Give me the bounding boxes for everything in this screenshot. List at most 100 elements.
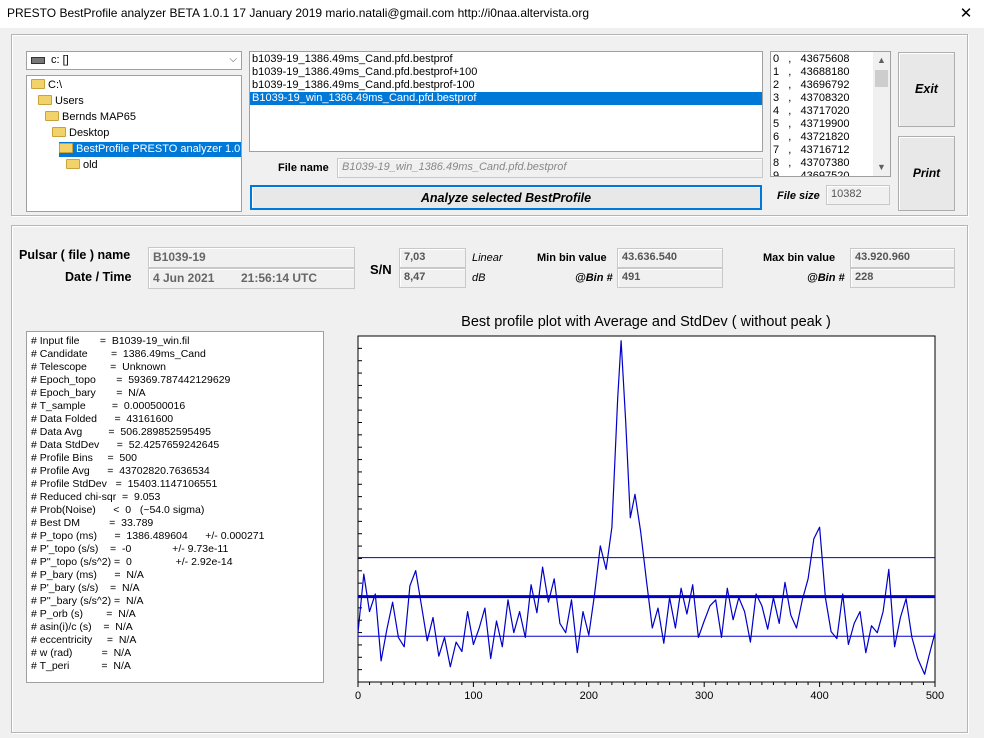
folder-icon: [52, 127, 66, 137]
x-tick-label: 500: [926, 690, 944, 700]
pulsar-name-field: B1039-19: [148, 247, 355, 268]
info-line: # P_orb (s) = N/A: [31, 608, 136, 620]
bin-list-item[interactable]: 8 , 43707380: [771, 157, 871, 170]
bin-list-item[interactable]: 7 , 43716712: [771, 144, 871, 157]
info-line: # Profile Bins = 500: [31, 452, 137, 464]
tree-item-label: old: [83, 159, 98, 171]
folder-icon: [38, 95, 52, 105]
info-line: # asin(i)/c (s) = N/A: [31, 621, 133, 633]
info-line: # Profile Avg = 43702820.7636534: [31, 465, 210, 477]
min-bin-index: 491: [617, 268, 723, 288]
tree-item[interactable]: C:\: [31, 78, 62, 93]
info-line: # T_peri = N/A: [31, 660, 131, 672]
bin-list-item[interactable]: 5 , 43719900: [771, 118, 871, 131]
info-line: # Data Folded = 43161600: [31, 413, 174, 425]
chevron-down-icon: ⌵: [229, 54, 237, 65]
bin-list-item[interactable]: 4 , 43717020: [771, 105, 871, 118]
x-tick-label: 200: [580, 690, 598, 700]
max-bin-index-label: @Bin #: [807, 272, 845, 284]
file-list-item[interactable]: b1039-19_1386.49ms_Cand.pfd.bestprof-100: [250, 79, 762, 92]
date-time-label: Date / Time: [65, 270, 132, 284]
date-time-field: 4 Jun 2021 21:56:14 UTC: [148, 268, 355, 289]
drive-select[interactable]: c: [] ⌵: [26, 51, 242, 70]
info-line: # Data Avg = 506.289852595495: [31, 426, 211, 438]
info-line: # Best DM = 33.789: [31, 517, 154, 529]
info-line: # w (rad) = N/A: [31, 647, 132, 659]
info-line: # P_topo (ms) = 1386.489604 +/- 0.000271: [31, 530, 265, 542]
scroll-up-icon[interactable]: ▲: [873, 52, 890, 69]
snr-linear-unit: Linear: [472, 252, 503, 264]
profile-info-panel: # Input file = B1039-19_win.fil # Candida…: [26, 331, 324, 683]
info-line: # P_bary (ms) = N/A: [31, 569, 144, 581]
plot-area: [357, 335, 936, 683]
bin-list-item[interactable]: 1 , 43688180: [771, 66, 871, 79]
tree-item[interactable]: Bernds MAP65: [45, 110, 136, 125]
bin-list-item[interactable]: 9 , 43697520: [771, 170, 871, 176]
folder-icon: [31, 79, 45, 89]
profile-chart: 0 100 200 300 400 500: [355, 335, 944, 700]
min-bin-label: Min bin value: [537, 252, 607, 264]
x-tick-label: 100: [464, 690, 482, 700]
bin-list-item[interactable]: 3 , 43708320: [771, 92, 871, 105]
min-bin-index-label: @Bin #: [575, 272, 613, 284]
file-name-label: File name: [278, 162, 329, 174]
info-line: # P''_bary (s/s^2) = N/A: [31, 595, 144, 607]
time-value: 21:56:14 UTC: [241, 271, 318, 285]
bin-list-item[interactable]: 6 , 43721820: [771, 131, 871, 144]
tree-item-label: Users: [55, 95, 84, 107]
info-line: # Telescope = Unknown: [31, 361, 166, 373]
x-tick-label: 0: [355, 690, 361, 700]
tree-item-label: BestProfile PRESTO analyzer 1.0.1.e: [76, 143, 242, 155]
exit-button[interactable]: Exit: [898, 52, 955, 127]
info-line: # Epoch_topo = 59369.787442129629: [31, 374, 231, 386]
info-line: # Reduced chi-sqr = 9.053: [31, 491, 161, 503]
close-button[interactable]: ✕: [948, 0, 984, 28]
file-list-item[interactable]: b1039-19_1386.49ms_Cand.pfd.bestprof+100: [250, 66, 762, 79]
file-name-field[interactable]: B1039-19_win_1386.49ms_Cand.pfd.bestprof: [337, 158, 763, 178]
bin-list-item[interactable]: 2 , 43696792: [771, 79, 871, 92]
tree-item[interactable]: old: [66, 158, 98, 173]
bin-list-scrollbar[interactable]: ▲ ▼: [873, 52, 890, 176]
snr-linear-field: 7,03: [399, 248, 466, 268]
window-title: PRESTO BestProfile analyzer BETA 1.0.1 1…: [7, 6, 590, 20]
snr-db-field: 8,47: [399, 268, 466, 288]
print-button[interactable]: Print: [898, 136, 955, 211]
analyze-button[interactable]: Analyze selected BestProfile: [250, 185, 762, 210]
info-line: # P'_topo (s/s) = -0 +/- 9.73e-11: [31, 543, 229, 555]
scroll-thumb[interactable]: [875, 70, 888, 87]
max-bin-index: 228: [850, 268, 955, 288]
max-bin-label: Max bin value: [763, 252, 836, 264]
x-tick-label: 400: [810, 690, 828, 700]
file-list-item[interactable]: b1039-19_1386.49ms_Cand.pfd.bestprof: [250, 53, 762, 66]
snr-db-unit: dB: [472, 272, 486, 284]
date-value: 4 Jun 2021: [153, 271, 215, 285]
file-list[interactable]: b1039-19_1386.49ms_Cand.pfd.bestprof b103…: [249, 51, 763, 152]
info-line: # P'_bary (s/s) = N/A: [31, 582, 140, 594]
tree-item-label: C:\: [48, 79, 63, 91]
info-line: # T_sample = 0.000500016: [31, 400, 186, 412]
info-line: # P''_topo (s/s^2) = 0 +/- 2.92e-14: [31, 556, 233, 568]
drive-icon: [31, 57, 45, 64]
folder-icon: [59, 143, 73, 153]
info-line: # Prob(Noise) < 0 (~54.0 sigma): [31, 504, 205, 516]
scroll-down-icon[interactable]: ▼: [873, 159, 890, 176]
tree-item[interactable]: BestProfile PRESTO analyzer 1.0.1.e: [59, 142, 242, 157]
drive-select-value: c: []: [51, 54, 69, 66]
max-bin-value: 43.920.960: [850, 248, 955, 268]
info-line: # Data StdDev = 52.4257659242645: [31, 439, 220, 451]
snr-label: S/N: [370, 262, 392, 277]
info-line: # Profile StdDev = 15403.1147106551: [31, 478, 218, 490]
tree-item[interactable]: Users: [38, 94, 84, 109]
directory-tree[interactable]: C:\ Users Bernds MAP65 Desktop BestProfile P…: [26, 75, 242, 212]
info-line: # Input file = B1039-19_win.fil: [31, 335, 190, 347]
tree-item-label: Bernds MAP65: [62, 111, 136, 123]
info-line: # Epoch_bary = N/A: [31, 387, 146, 399]
tree-item[interactable]: Desktop: [52, 126, 109, 141]
tree-item-label: Desktop: [69, 127, 110, 139]
bin-list-item[interactable]: 0 , 43675608: [771, 53, 871, 66]
pulsar-name-label: Pulsar ( file ) name: [19, 248, 131, 262]
file-size-field: 10382: [826, 185, 890, 205]
file-list-item[interactable]: B1039-19_win_1386.49ms_Cand.pfd.bestprof: [250, 92, 762, 105]
bin-values-list[interactable]: 0 , 43675608 1 , 43688180 2 , 43696792 3 , …: [770, 51, 891, 177]
folder-icon: [66, 159, 80, 169]
